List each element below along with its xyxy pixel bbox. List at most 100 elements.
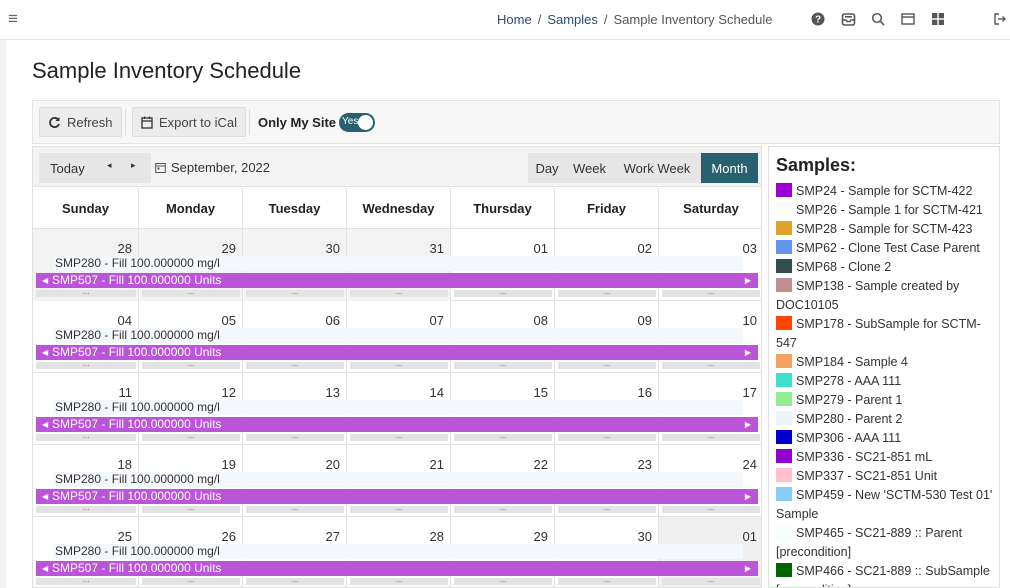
more-events-indicator[interactable]: ... bbox=[662, 288, 760, 297]
more-events-indicator[interactable]: ... bbox=[142, 432, 240, 441]
day-number[interactable]: 03 bbox=[743, 241, 757, 256]
period-selector[interactable]: September, 2022 bbox=[155, 160, 270, 175]
day-number[interactable]: 27 bbox=[326, 529, 340, 544]
more-events-indicator[interactable]: ... bbox=[558, 360, 656, 369]
more-events-indicator[interactable]: ... bbox=[662, 432, 760, 441]
event-smp280[interactable]: SMP280 - Fill 100.000000 mg/l bbox=[53, 400, 743, 415]
view-month-button[interactable]: Month bbox=[701, 153, 758, 183]
day-number[interactable]: 15 bbox=[534, 385, 548, 400]
event-smp280[interactable]: SMP280 - Fill 100.000000 mg/l bbox=[53, 256, 743, 271]
day-number[interactable]: 05 bbox=[222, 313, 236, 328]
day-number[interactable]: 28 bbox=[430, 529, 444, 544]
more-events-indicator[interactable]: ... bbox=[350, 504, 448, 513]
prev-arrow-icon[interactable]: ◂ bbox=[107, 160, 112, 171]
day-number[interactable]: 30 bbox=[326, 241, 340, 256]
more-events-indicator[interactable]: ... bbox=[246, 360, 344, 369]
event-smp507[interactable]: ◀ SMP507 - Fill 100.000000 Units ▶ bbox=[36, 345, 758, 360]
next-arrow-icon[interactable]: ▸ bbox=[131, 160, 136, 171]
day-number[interactable]: 16 bbox=[638, 385, 652, 400]
more-events-indicator[interactable]: ... bbox=[350, 360, 448, 369]
logout-icon[interactable] bbox=[990, 9, 1010, 29]
search-icon[interactable] bbox=[868, 9, 888, 29]
event-smp280[interactable]: SMP280 - Fill 100.000000 mg/l bbox=[53, 544, 743, 559]
more-events-indicator[interactable]: ... bbox=[36, 432, 136, 441]
event-smp280[interactable]: SMP280 - Fill 100.000000 mg/l bbox=[53, 328, 743, 343]
more-events-indicator[interactable]: ... bbox=[36, 504, 136, 513]
more-events-indicator[interactable]: ... bbox=[662, 504, 760, 513]
more-events-indicator[interactable]: ... bbox=[142, 504, 240, 513]
more-events-indicator[interactable]: ... bbox=[246, 504, 344, 513]
day-number[interactable]: 01 bbox=[743, 529, 757, 544]
day-number[interactable]: 28 bbox=[118, 241, 132, 256]
more-events-indicator[interactable]: ... bbox=[36, 576, 136, 585]
day-number[interactable]: 09 bbox=[638, 313, 652, 328]
day-number[interactable]: 06 bbox=[326, 313, 340, 328]
day-number[interactable]: 14 bbox=[430, 385, 444, 400]
more-events-indicator[interactable]: ... bbox=[142, 288, 240, 297]
day-number[interactable]: 17 bbox=[743, 385, 757, 400]
more-events-indicator[interactable]: ... bbox=[142, 576, 240, 585]
day-number[interactable]: 25 bbox=[118, 529, 132, 544]
more-events-indicator[interactable]: ... bbox=[558, 504, 656, 513]
today-button[interactable]: Today bbox=[50, 161, 85, 176]
day-number[interactable]: 23 bbox=[638, 457, 652, 472]
window-icon[interactable] bbox=[898, 9, 918, 29]
event-smp507[interactable]: ◀ SMP507 - Fill 100.000000 Units ▶ bbox=[36, 417, 758, 432]
day-number[interactable]: 29 bbox=[534, 529, 548, 544]
more-events-indicator[interactable]: ... bbox=[662, 576, 760, 585]
event-smp507[interactable]: ◀ SMP507 - Fill 100.000000 Units ▶ bbox=[36, 273, 758, 288]
day-number[interactable]: 11 bbox=[119, 385, 133, 400]
more-events-indicator[interactable]: ... bbox=[454, 576, 552, 585]
only-my-site-toggle[interactable]: Yes bbox=[339, 113, 375, 132]
day-number[interactable]: 21 bbox=[430, 457, 444, 472]
day-number[interactable]: 01 bbox=[534, 241, 548, 256]
event-smp280[interactable]: SMP280 - Fill 100.000000 mg/l bbox=[53, 472, 743, 487]
more-events-indicator[interactable]: ... bbox=[246, 576, 344, 585]
day-number[interactable]: 22 bbox=[534, 457, 548, 472]
day-number[interactable]: 30 bbox=[638, 529, 652, 544]
more-events-indicator[interactable]: ... bbox=[350, 432, 448, 441]
day-number[interactable]: 13 bbox=[326, 385, 340, 400]
day-number[interactable]: 04 bbox=[118, 313, 132, 328]
refresh-button[interactable]: Refresh bbox=[39, 107, 122, 137]
day-number[interactable]: 18 bbox=[118, 457, 132, 472]
day-number[interactable]: 26 bbox=[222, 529, 236, 544]
more-events-indicator[interactable]: ... bbox=[36, 288, 136, 297]
view-week-button[interactable]: Week bbox=[566, 153, 613, 183]
menu-icon[interactable]: ≡ bbox=[8, 10, 18, 28]
more-events-indicator[interactable]: ... bbox=[454, 504, 552, 513]
more-events-indicator[interactable]: ... bbox=[142, 360, 240, 369]
view-workweek-button[interactable]: Work Week bbox=[613, 153, 701, 183]
view-day-button[interactable]: Day bbox=[528, 153, 566, 183]
inbox-icon[interactable] bbox=[838, 9, 858, 29]
more-events-indicator[interactable]: ... bbox=[246, 432, 344, 441]
more-events-indicator[interactable]: ... bbox=[350, 576, 448, 585]
grid-icon[interactable] bbox=[928, 9, 948, 29]
day-number[interactable]: 29 bbox=[222, 241, 236, 256]
more-events-indicator[interactable]: ... bbox=[662, 360, 760, 369]
breadcrumb-samples-link[interactable]: Samples bbox=[547, 12, 598, 27]
event-smp507[interactable]: ◀ SMP507 - Fill 100.000000 Units ▶ bbox=[36, 489, 758, 504]
day-number[interactable]: 24 bbox=[743, 457, 757, 472]
more-events-indicator[interactable]: ... bbox=[558, 288, 656, 297]
more-events-indicator[interactable]: ... bbox=[350, 288, 448, 297]
more-events-indicator[interactable]: ... bbox=[246, 288, 344, 297]
more-events-indicator[interactable]: ... bbox=[558, 576, 656, 585]
day-number[interactable]: 12 bbox=[222, 385, 236, 400]
export-ical-button[interactable]: Export to iCal bbox=[132, 107, 247, 137]
event-smp507[interactable]: ◀ SMP507 - Fill 100.000000 Units ▶ bbox=[36, 561, 758, 576]
day-number[interactable]: 08 bbox=[534, 313, 548, 328]
day-number[interactable]: 31 bbox=[430, 241, 444, 256]
day-number[interactable]: 19 bbox=[222, 457, 236, 472]
more-events-indicator[interactable]: ... bbox=[454, 432, 552, 441]
more-events-indicator[interactable]: ... bbox=[454, 288, 552, 297]
more-events-indicator[interactable]: ... bbox=[36, 360, 136, 369]
day-number[interactable]: 02 bbox=[638, 241, 652, 256]
day-number[interactable]: 20 bbox=[326, 457, 340, 472]
day-number[interactable]: 07 bbox=[430, 313, 444, 328]
help-icon[interactable]: ? bbox=[808, 9, 828, 29]
breadcrumb-home-link[interactable]: Home bbox=[497, 12, 532, 27]
more-events-indicator[interactable]: ... bbox=[558, 432, 656, 441]
more-events-indicator[interactable]: ... bbox=[454, 360, 552, 369]
day-number[interactable]: 10 bbox=[743, 313, 757, 328]
